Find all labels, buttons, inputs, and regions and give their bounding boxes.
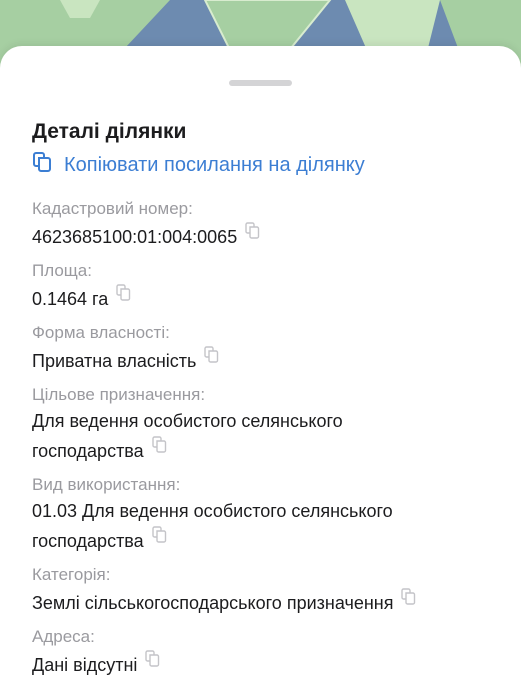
purpose-text-line1: Для ведення особистого селянського — [32, 411, 343, 431]
category-label: Категорія: — [32, 565, 111, 584]
address-text: Дані відсутні — [32, 655, 138, 675]
copy-icon — [33, 152, 51, 172]
sheet-title: Деталі ділянки — [32, 120, 187, 143]
address-value: Дані відсутні — [32, 650, 502, 680]
copy-icon[interactable] — [245, 222, 260, 239]
copy-parcel-link-label: Копіювати посилання на ділянку — [64, 154, 365, 176]
area-value: 0.1464 га — [32, 284, 502, 314]
copy-icon[interactable] — [116, 284, 131, 301]
copy-parcel-link-button[interactable]: Копіювати посилання на ділянку — [32, 152, 365, 178]
sheet-drag-handle[interactable] — [229, 80, 292, 86]
parcel-details-sheet: Деталі ділянки Копіювати посилання на ді… — [0, 46, 521, 700]
usage-type-label: Вид використання: — [32, 475, 181, 494]
category-value: Землі сільськогосподарського призначення — [32, 588, 502, 618]
area-label: Площа: — [32, 261, 92, 280]
copy-icon[interactable] — [204, 346, 219, 363]
usage-type-value: 01.03 Для ведення особистого селянського… — [32, 496, 502, 556]
category-text: Землі сільськогосподарського призначення — [32, 593, 394, 613]
cadastral-number-label: Кадастровий номер: — [32, 199, 193, 218]
address-label: Адреса: — [32, 627, 95, 646]
ownership-form-label: Форма власності: — [32, 323, 170, 342]
copy-icon[interactable] — [145, 650, 160, 667]
cadastral-number-text: 4623685100:01:004:0065 — [32, 227, 238, 247]
ownership-form-value: Приватна власність — [32, 346, 502, 376]
purpose-label: Цільове призначення: — [32, 385, 206, 404]
purpose-value: Для ведення особистого селянського госпо… — [32, 406, 502, 466]
purpose-text-line2: господарства — [32, 441, 144, 461]
copy-icon[interactable] — [401, 588, 416, 605]
copy-icon[interactable] — [151, 526, 167, 543]
usage-type-text-line2: господарства — [32, 531, 144, 551]
ownership-form-text: Приватна власність — [32, 351, 197, 371]
copy-icon[interactable] — [151, 436, 167, 453]
cadastral-number-value: 4623685100:01:004:0065 — [32, 222, 502, 252]
area-text: 0.1464 га — [32, 289, 109, 309]
usage-type-text-line1: 01.03 Для ведення особистого селянського — [32, 501, 393, 521]
